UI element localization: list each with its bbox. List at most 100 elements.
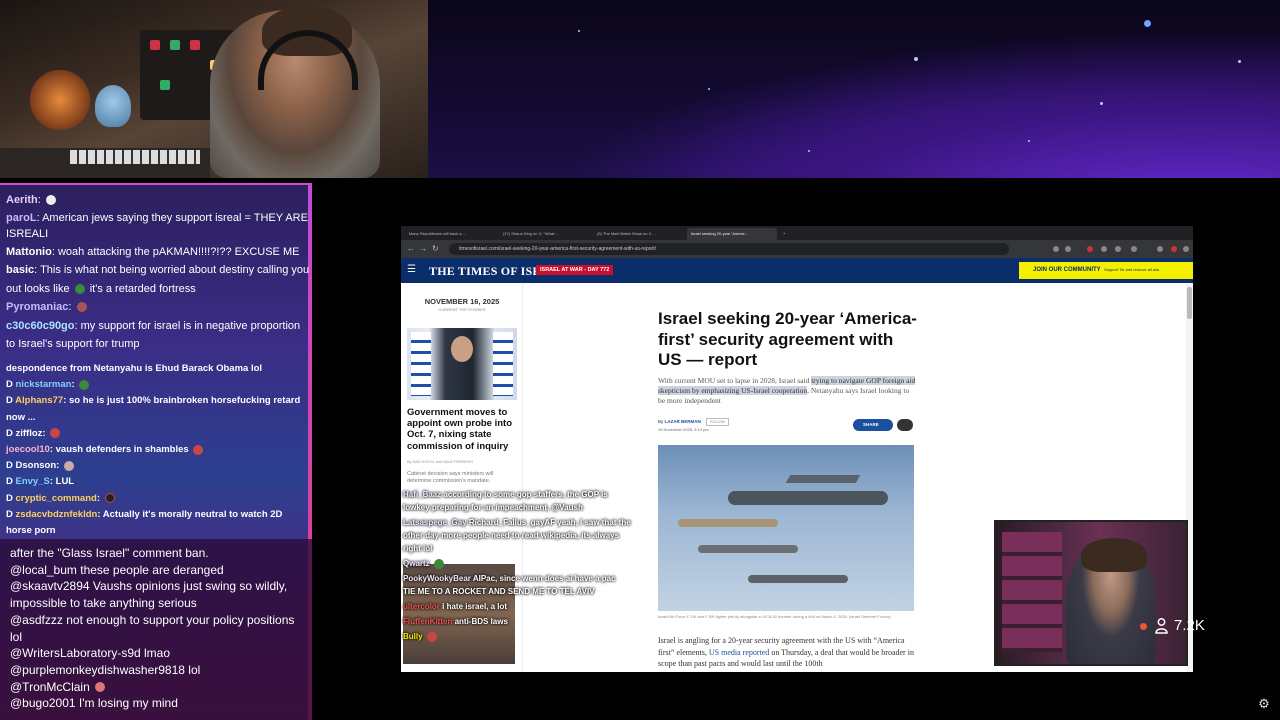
- chat-username: Latsaspege_Gay: [403, 518, 467, 527]
- war-badge[interactable]: ISRAEL AT WAR - DAY 772: [536, 265, 614, 275]
- chat-message: TIE ME TO A ROCKET AND SEND ME TO TEL AV…: [403, 585, 633, 598]
- extension-icon[interactable]: [1101, 246, 1107, 252]
- chat-message: @skaavtv2894 Vaushs opinions just swing …: [10, 578, 304, 611]
- sidebar-headline[interactable]: Government moves to appoint own probe in…: [407, 407, 521, 452]
- hamburger-menu-icon[interactable]: ☰: [407, 264, 416, 275]
- new-tab-icon[interactable]: +: [779, 228, 789, 240]
- chat-username: zsdacvbdznfekldn: [15, 508, 98, 520]
- scrollbar-thumb[interactable]: [1187, 287, 1192, 319]
- chat-text: I'm losing my mind: [78, 696, 178, 711]
- chat-message: ultercolor i hate israel, a lot: [403, 600, 633, 613]
- extension-icon[interactable]: [1115, 246, 1121, 252]
- live-dot-icon: [1140, 622, 1147, 630]
- join-label: JOIN OUR COMMUNITY: [1033, 267, 1101, 273]
- chat-panel: Aerith: paroL: American jews saying they…: [0, 183, 312, 720]
- chat-message: D Envy_S: LUL: [6, 476, 75, 488]
- israel-flag: [411, 332, 431, 396]
- chat-mid-messages: despondence from Netanyahu is Ehud Barac…: [6, 361, 308, 539]
- chat-text: after the "Glass Israel" comment ban.: [10, 546, 209, 560]
- emote-icon: [433, 558, 444, 569]
- extension-icon[interactable]: [1131, 246, 1137, 252]
- guest-webcam: [994, 520, 1188, 666]
- person-icon: [1155, 618, 1168, 634]
- bookmark-star-icon[interactable]: [1065, 246, 1071, 252]
- gear-icon[interactable]: ⚙: [1256, 696, 1272, 712]
- chat-message: joecool10: vaush defenders in shambles: [6, 442, 308, 458]
- follow-button[interactable]: FOLLOW: [706, 418, 729, 426]
- chat-message: @local_bum these people are deranged: [10, 562, 304, 579]
- shelf: [1002, 532, 1062, 652]
- chat-username: Aerith: [6, 194, 38, 206]
- browser-tab-active[interactable]: Israel seeking 20-year 'Americ...: [687, 228, 777, 240]
- author-name[interactable]: LAZAR BERMAN: [665, 419, 701, 424]
- chat-message: Bully: [403, 630, 633, 643]
- chat-text: lmao: [144, 646, 171, 661]
- lamp: [30, 70, 90, 130]
- extension-icon[interactable]: [1087, 246, 1093, 252]
- chat-username: Dsonson: [15, 460, 57, 472]
- emote-icon: [104, 493, 115, 504]
- extension-icon[interactable]: [1053, 246, 1059, 252]
- comments-icon[interactable]: [897, 419, 913, 431]
- hero-image: [658, 445, 914, 611]
- author-line: By LAZAR BERMAN FOLLOW: [658, 418, 729, 426]
- space-banner: [428, 0, 1280, 178]
- reload-icon[interactable]: ↻: [432, 244, 439, 254]
- image-caption: Israeli Air Force F-15I and F-35I fighte…: [658, 614, 891, 619]
- f15-jet: [678, 519, 778, 527]
- share-button[interactable]: SHARE: [853, 419, 893, 431]
- chat-text: TIE ME TO A ROCKET AND SEND ME TO TEL AV…: [403, 587, 595, 596]
- menu-icon[interactable]: [1183, 246, 1189, 252]
- chat-username: nickstarman: [15, 379, 72, 391]
- sidebar-byline: By SAM SOKOL and NAVA FREIBERG: [407, 460, 474, 464]
- chat-message: @TronMcClain: [10, 679, 304, 696]
- viewer-count: 7.2K: [1140, 612, 1205, 640]
- chat-message: @WritersLaboratory-s9d lmao: [10, 645, 304, 662]
- chat-username: @local_bum: [10, 562, 77, 577]
- article-title: Israel seeking 20-year ‘America-first’ s…: [658, 309, 917, 369]
- chat-username: @purplemonkeydishwasher9818: [10, 662, 185, 677]
- browser-tab[interactable]: Many Republicans will back a ...: [405, 228, 495, 240]
- chat-message: D Dsonson:: [6, 458, 308, 474]
- extension-icon[interactable]: [1157, 246, 1163, 252]
- b52-wing: [785, 475, 861, 483]
- emote-icon: [193, 444, 204, 455]
- profile-icon[interactable]: [1171, 246, 1177, 252]
- address-bar-row: ← → ↻ timesofisrael.com/israel-seeking-2…: [401, 240, 1193, 258]
- emote-icon: [79, 379, 90, 390]
- chat-username: FluffenKitten: [403, 617, 453, 626]
- browser-tab[interactable]: (17) Shaun King on X: "What ...: [499, 228, 589, 240]
- chat-message: PookyWookyBear AIPac, since wenn does ai…: [403, 572, 633, 585]
- back-icon[interactable]: ←: [407, 244, 415, 254]
- browser-tab[interactable]: (5) The Matt Walsh Show on X ...: [593, 228, 683, 240]
- join-sub-label: Support ToI and remove all ads: [1104, 267, 1160, 272]
- viewer-count-value: 7.2K: [1174, 617, 1205, 634]
- chat-username: @TronMcClain: [10, 679, 90, 694]
- chat-username: Pyromaniac: [6, 301, 69, 313]
- article-deck: With current MOU set to lapse in 2028, I…: [658, 376, 918, 406]
- chat-username: Mattonio: [6, 245, 52, 258]
- chat-username: ultercolor: [403, 602, 440, 611]
- sidebar-date: NOVEMBER 16, 2025: [424, 297, 500, 306]
- chat-username: Hafi_Baaz: [403, 490, 442, 499]
- guest-hair: [1081, 538, 1147, 572]
- url-input[interactable]: timesofisrael.com/israel-seeking-20-year…: [449, 243, 1009, 255]
- chat-message: D Alphans77: so he is just 100% brainbro…: [6, 395, 301, 423]
- face: [451, 336, 473, 362]
- keyboard: [70, 150, 200, 164]
- chat-username: ziffloz: [15, 427, 43, 439]
- chat-username: c30c60c90go: [6, 319, 75, 332]
- chat-message: basic: This is what not being worried ab…: [6, 264, 310, 295]
- chat-message: after the "Glass Israel" comment ban.: [10, 545, 304, 562]
- emote-icon: [95, 682, 106, 693]
- body-link[interactable]: US media reported: [709, 648, 769, 657]
- join-community-button[interactable]: JOIN OUR COMMUNITY Support ToI and remov…: [1019, 262, 1193, 279]
- chat-message: Aerith:: [6, 191, 310, 210]
- netanyahu-photo[interactable]: [407, 328, 517, 400]
- chat-username: @asdfzzz: [10, 612, 63, 627]
- forward-icon[interactable]: →: [419, 244, 427, 254]
- chat-text: anti-BDS laws: [454, 617, 508, 626]
- chat-username: @skaavtv2894: [10, 579, 90, 594]
- chat-text: American jews saying they support isreal…: [6, 211, 308, 241]
- chat-message: FluffenKitten anti-BDS laws: [403, 615, 633, 628]
